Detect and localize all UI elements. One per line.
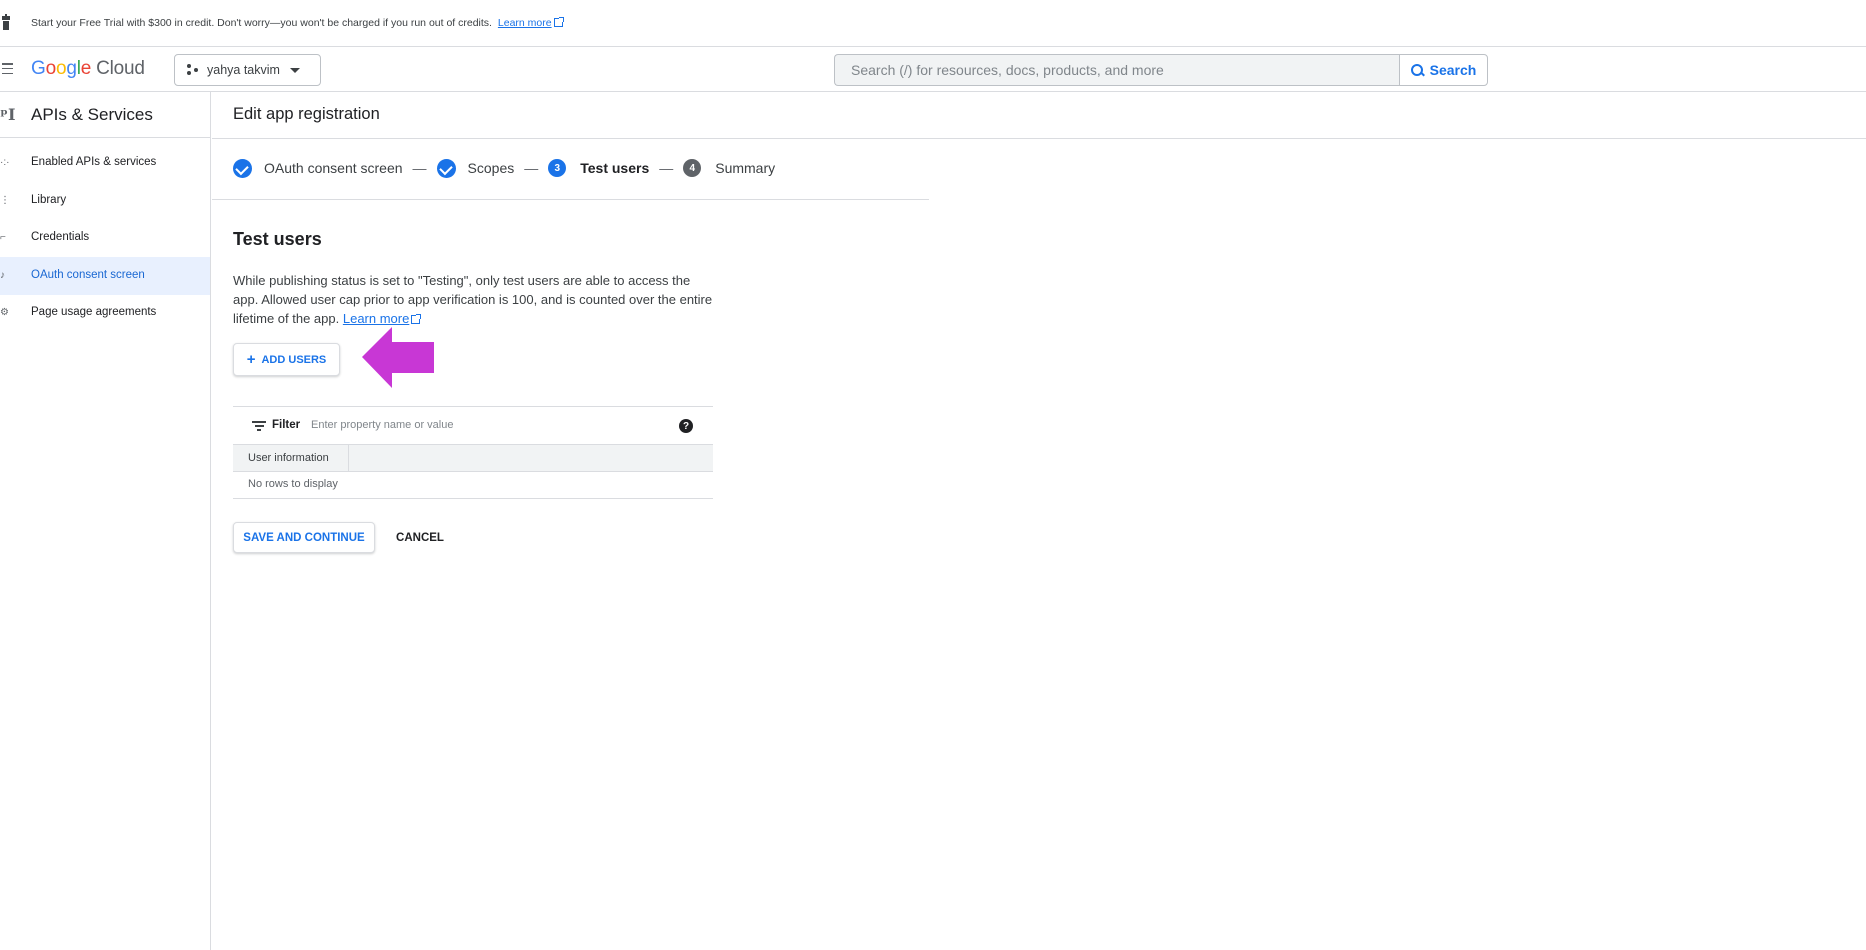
check-circle-icon (233, 158, 252, 178)
step-summary[interactable]: Summary (715, 160, 775, 176)
help-icon[interactable]: ? (679, 419, 693, 433)
page-title: Edit app registration (233, 105, 380, 123)
project-picker[interactable]: yahya takvim (174, 54, 321, 86)
consent-icon: ♪ (0, 270, 5, 281)
external-link-icon (553, 17, 564, 27)
menu-icon[interactable] (2, 63, 13, 75)
sidebar-title: ᵖI APIs & Services (0, 92, 210, 138)
empty-table-message: No rows to display (233, 472, 713, 499)
step-number-3: 3 (548, 159, 567, 177)
section-description: While publishing status is set to "Testi… (233, 273, 713, 326)
banner-learn-more-link[interactable]: Learn more (498, 17, 552, 29)
banner-text: Start your Free Trial with $300 in credi… (31, 17, 492, 29)
divider (212, 199, 929, 200)
search-input[interactable]: Search (/) for resources, docs, products… (834, 54, 1399, 86)
search-button-label: Search (1429, 62, 1477, 78)
learn-more-link[interactable]: Learn more (343, 311, 409, 326)
search-icon (1410, 63, 1424, 77)
save-and-continue-button[interactable]: SAVE AND CONTINUE (233, 522, 375, 553)
plus-icon: + (246, 351, 256, 368)
section-title: Test users (233, 229, 322, 249)
sidebar-item-oauth-consent[interactable]: ♪ OAuth consent screen (0, 257, 210, 295)
cancel-button[interactable]: CANCEL (385, 522, 455, 553)
api-icon: ᵖI (0, 105, 16, 124)
api-icon: ·:· (0, 157, 10, 168)
step-oauth-consent[interactable]: OAuth consent screen (264, 160, 403, 176)
page-header: Edit app registration (212, 92, 1866, 139)
settings-icon: ⚙ (0, 307, 9, 318)
filter-label: Filter (272, 419, 301, 431)
stepper: OAuth consent screen — Scopes — 3 Test u… (233, 155, 775, 181)
key-icon: ⌐ (0, 232, 6, 243)
sidebar-item-library[interactable]: ⋮ Library (0, 182, 210, 220)
external-link-icon (411, 314, 422, 324)
step-scopes[interactable]: Scopes (468, 160, 515, 176)
project-name: yahya takvim (207, 63, 280, 77)
gift-icon (2, 14, 10, 30)
sidebar: ᵖI APIs & Services ·:· Enabled APIs & se… (0, 92, 211, 950)
caret-down-icon (289, 67, 300, 73)
search-button[interactable]: Search (1399, 54, 1488, 86)
sidebar-item-enabled-apis[interactable]: ·:· Enabled APIs & services (0, 144, 210, 182)
table-header: User information (233, 445, 713, 472)
library-icon: ⋮ (0, 195, 10, 206)
column-user-information[interactable]: User information (233, 445, 349, 472)
check-circle-icon (436, 158, 456, 178)
google-cloud-logo[interactable]: Google Cloud (31, 58, 145, 80)
filter-icon (252, 421, 266, 432)
free-trial-banner: Start your Free Trial with $300 in credi… (0, 0, 1866, 47)
filter-bar[interactable]: Filter Enter property name or value ? (233, 406, 713, 445)
filter-input[interactable]: Enter property name or value (311, 419, 453, 431)
top-header: Google Cloud yahya takvim Search (/) for … (0, 48, 1866, 92)
step-test-users: Test users (580, 160, 650, 176)
sidebar-item-page-usage[interactable]: ⚙ Page usage agreements (0, 294, 210, 332)
step-number-4: 4 (683, 159, 702, 177)
sidebar-item-credentials[interactable]: ⌐ Credentials (0, 219, 210, 257)
add-users-button[interactable]: + ADD USERS (233, 343, 340, 376)
annotation-arrow-icon (362, 327, 434, 388)
project-icon (187, 64, 201, 76)
